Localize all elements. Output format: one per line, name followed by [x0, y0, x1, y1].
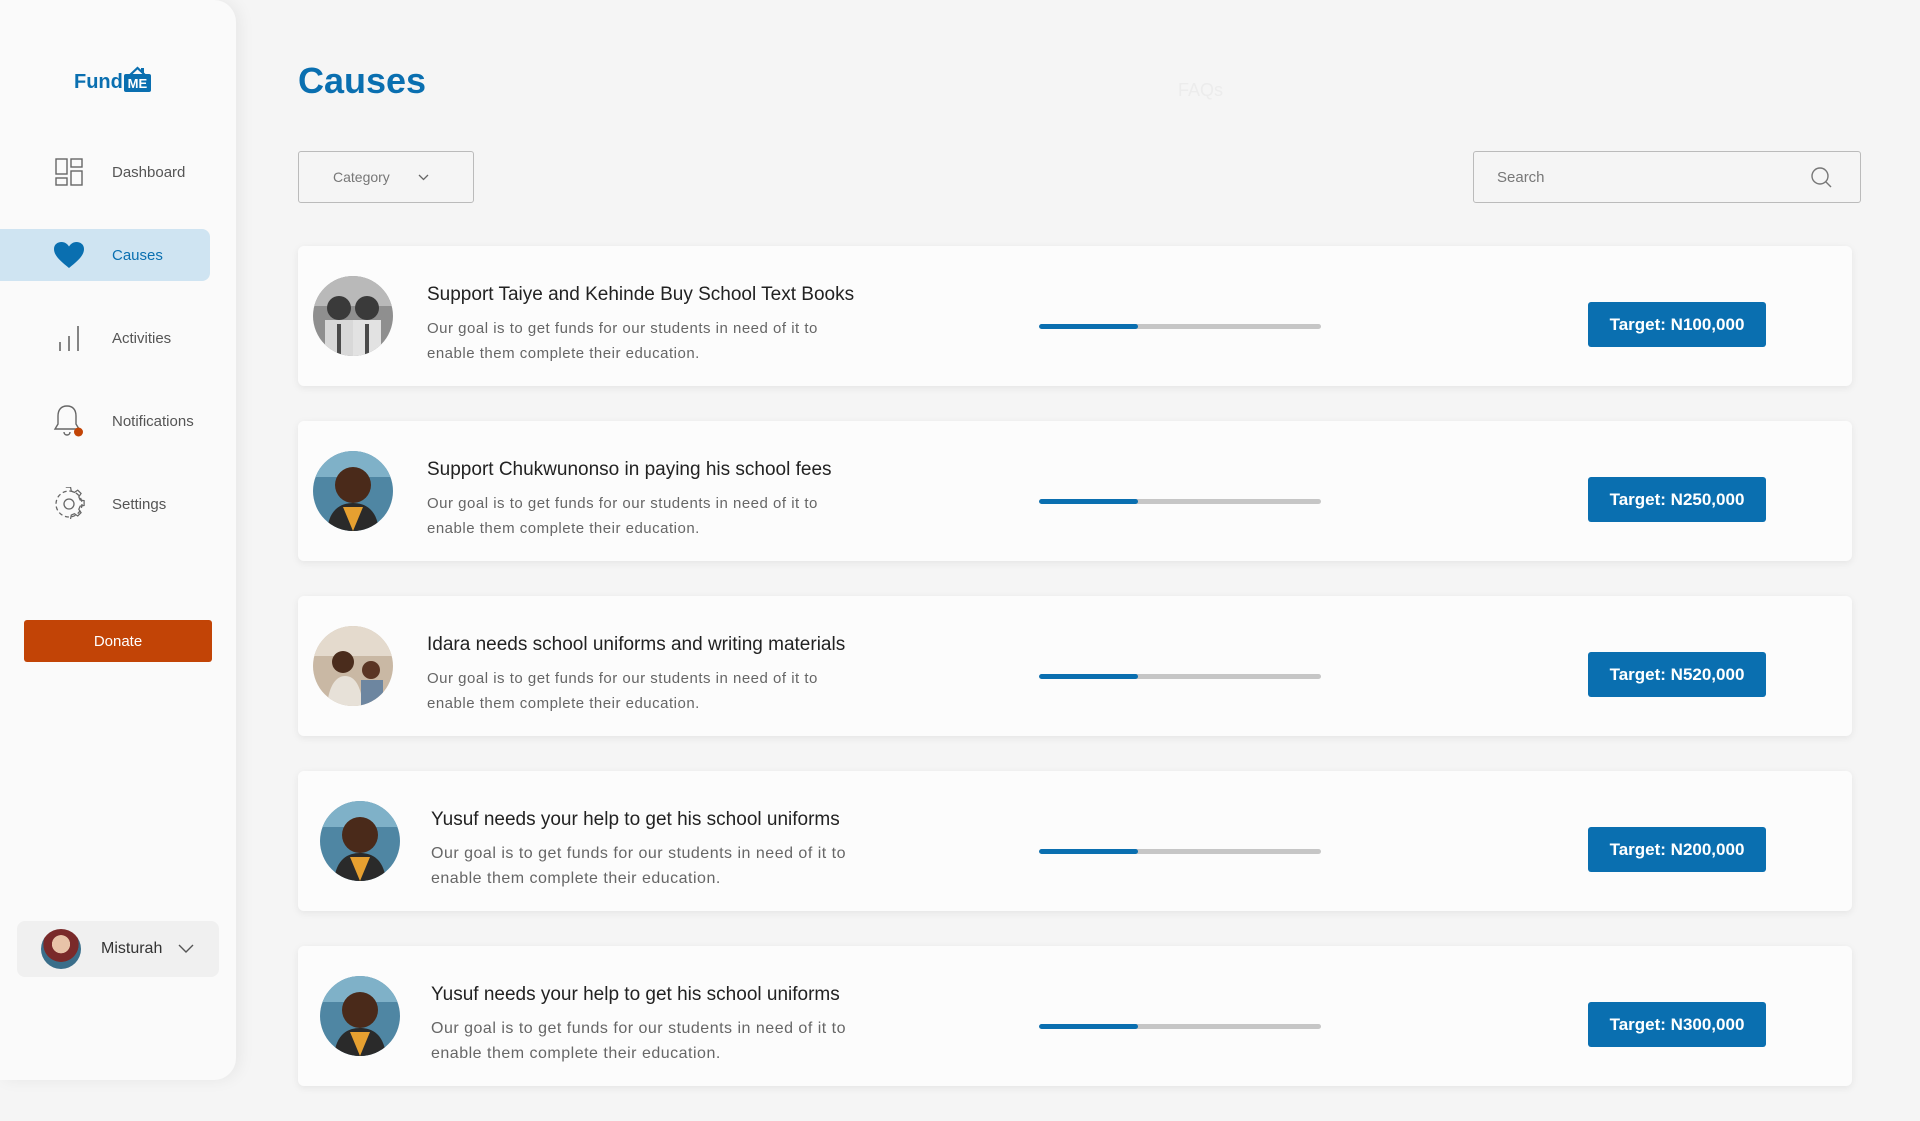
target-button[interactable]: Target: N250,000 [1588, 477, 1766, 522]
sidebar-item-causes[interactable]: Causes [0, 229, 210, 281]
progress-fill [1039, 674, 1138, 679]
progress-bar [1039, 1024, 1321, 1029]
target-button[interactable]: Target: N200,000 [1588, 827, 1766, 872]
user-menu[interactable]: Misturah [17, 921, 219, 977]
target-button[interactable]: Target: N100,000 [1588, 302, 1766, 347]
user-name: Misturah [101, 940, 163, 957]
sidebar-item-settings[interactable]: Settings [0, 478, 236, 530]
sidebar-item-label: Causes [112, 246, 163, 264]
sidebar-item-activities[interactable]: Activities [0, 312, 236, 364]
cause-image [313, 276, 393, 356]
cause-image [320, 976, 400, 1056]
cause-title: Idara needs school uniforms and writing … [427, 634, 846, 655]
cause-list: Support Taiye and Kehinde Buy School Tex… [298, 246, 1852, 1121]
avatar [41, 929, 81, 969]
cause-title: Yusuf needs your help to get his school … [431, 984, 840, 1005]
progress-bar [1039, 674, 1321, 679]
cause-card[interactable]: Idara needs school uniforms and writing … [298, 596, 1852, 736]
category-dropdown[interactable]: Category [298, 151, 474, 203]
cause-description: Our goal is to get funds for our student… [427, 495, 818, 537]
faq-link[interactable]: FAQs [1178, 80, 1223, 101]
logo-text: Fund [74, 71, 123, 93]
cause-title: Yusuf needs your help to get his school … [431, 809, 840, 830]
sidebar-nav: Dashboard Causes Activities Notification… [0, 146, 236, 561]
target-button[interactable]: Target: N300,000 [1588, 1002, 1766, 1047]
heart-icon [52, 238, 86, 272]
sidebar-item-label: Dashboard [112, 163, 186, 181]
cause-card[interactable]: Yusuf needs your help to get his school … [298, 946, 1852, 1086]
cause-description: Our goal is to get funds for our student… [427, 320, 818, 362]
bell-icon [52, 404, 86, 438]
cause-card[interactable]: Yusuf needs your help to get his school … [298, 771, 1852, 911]
donate-button[interactable]: Donate [24, 620, 212, 662]
cause-title: Support Chukwunonso in paying his school… [427, 459, 832, 480]
cause-description: Our goal is to get funds for our student… [431, 845, 847, 887]
cause-image [313, 451, 393, 531]
progress-fill [1039, 1024, 1138, 1029]
logo-badge-text: ME [123, 74, 151, 92]
search-box [1473, 151, 1861, 203]
cause-image [320, 801, 400, 881]
fundme-logo[interactable]: Fund ME [74, 58, 151, 92]
logo-badge: ME [123, 66, 151, 92]
sidebar-item-label: Settings [112, 495, 167, 513]
cause-card[interactable]: Support Taiye and Kehinde Buy School Tex… [298, 246, 1852, 386]
sidebar-item-notifications[interactable]: Notifications [0, 395, 236, 447]
progress-bar [1039, 324, 1321, 329]
target-button[interactable]: Target: N520,000 [1588, 652, 1766, 697]
progress-bar [1039, 499, 1321, 504]
sidebar: Fund ME Dashboard Causes Activities Noti… [0, 0, 236, 1080]
progress-bar [1039, 849, 1321, 854]
chevron-down-icon [178, 944, 194, 954]
bar-chart-icon [52, 321, 86, 355]
cause-description: Our goal is to get funds for our student… [427, 670, 818, 712]
cause-image [313, 626, 393, 706]
category-label: Category [333, 169, 390, 185]
search-input[interactable] [1474, 152, 1806, 202]
progress-fill [1039, 849, 1138, 854]
sidebar-item-dashboard[interactable]: Dashboard [0, 146, 236, 198]
sidebar-item-label: Activities [112, 329, 172, 347]
search-icon[interactable] [1806, 166, 1836, 188]
progress-fill [1039, 324, 1138, 329]
chevron-down-icon [418, 174, 429, 181]
gear-icon [52, 487, 86, 521]
cause-title: Support Taiye and Kehinde Buy School Tex… [427, 284, 855, 305]
dashboard-icon [52, 155, 86, 189]
cause-description: Our goal is to get funds for our student… [431, 1020, 847, 1062]
sidebar-item-label: Notifications [112, 412, 194, 430]
page-title: Causes [298, 60, 427, 101]
progress-fill [1039, 499, 1138, 504]
cause-card[interactable]: Support Chukwunonso in paying his school… [298, 421, 1852, 561]
